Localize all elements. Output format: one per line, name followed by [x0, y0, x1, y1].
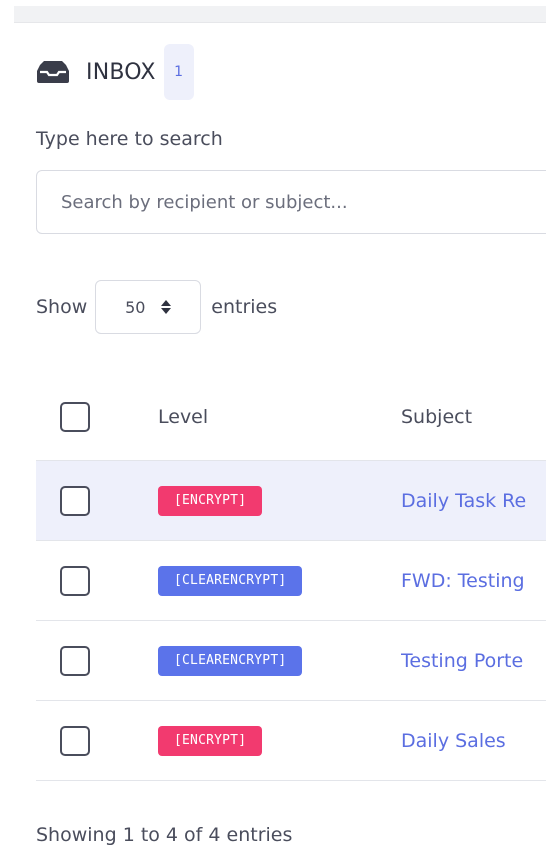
entries-select-value: 50: [125, 297, 146, 317]
table-row[interactable]: [CLEARENCRYPT] Testing Porte: [36, 621, 546, 701]
table-row[interactable]: [ENCRYPT] Daily Sales: [36, 701, 546, 781]
level-badge: [CLEARENCRYPT]: [158, 645, 303, 676]
select-all-checkbox[interactable]: [60, 402, 90, 432]
inbox-header: INBOX 1: [36, 44, 194, 100]
entries-select[interactable]: 50: [95, 280, 202, 334]
subject-link[interactable]: Daily Task Re: [401, 490, 546, 512]
show-label: Show: [36, 296, 88, 318]
messages-table: Level Subject [ENCRYPT] Daily Task Re [C…: [36, 374, 546, 781]
row-checkbox[interactable]: [60, 565, 90, 596]
inbox-page: INBOX 1 Type here to search Show 50 entr…: [0, 0, 546, 852]
column-header-level[interactable]: Level: [158, 406, 401, 428]
table-info: Showing 1 to 4 of 4 entries: [36, 824, 293, 846]
level-badge: [ENCRYPT]: [158, 725, 263, 756]
subject-link[interactable]: Testing Porte: [401, 650, 546, 672]
inbox-title: INBOX: [86, 59, 156, 85]
inbox-icon: [36, 60, 72, 84]
search-input[interactable]: [36, 170, 546, 234]
inbox-count-badge: 1: [163, 44, 194, 100]
table-row[interactable]: [ENCRYPT] Daily Task Re: [36, 461, 546, 541]
level-badge: [CLEARENCRYPT]: [158, 565, 303, 596]
level-badge: [ENCRYPT]: [158, 485, 263, 516]
subject-link[interactable]: Daily Sales: [401, 730, 546, 752]
search-label: Type here to search: [36, 128, 223, 150]
select-caret-icon: [161, 300, 172, 314]
top-bar: [14, 6, 546, 23]
subject-link[interactable]: FWD: Testing: [401, 570, 546, 592]
row-checkbox[interactable]: [60, 485, 90, 516]
entries-label: entries: [211, 296, 278, 318]
row-checkbox[interactable]: [60, 725, 90, 756]
entries-length-control: Show 50 entries: [36, 280, 277, 334]
table-header: Level Subject: [36, 374, 546, 461]
row-checkbox[interactable]: [60, 645, 90, 676]
column-header-subject[interactable]: Subject: [401, 406, 546, 428]
table-row[interactable]: [CLEARENCRYPT] FWD: Testing: [36, 541, 546, 621]
